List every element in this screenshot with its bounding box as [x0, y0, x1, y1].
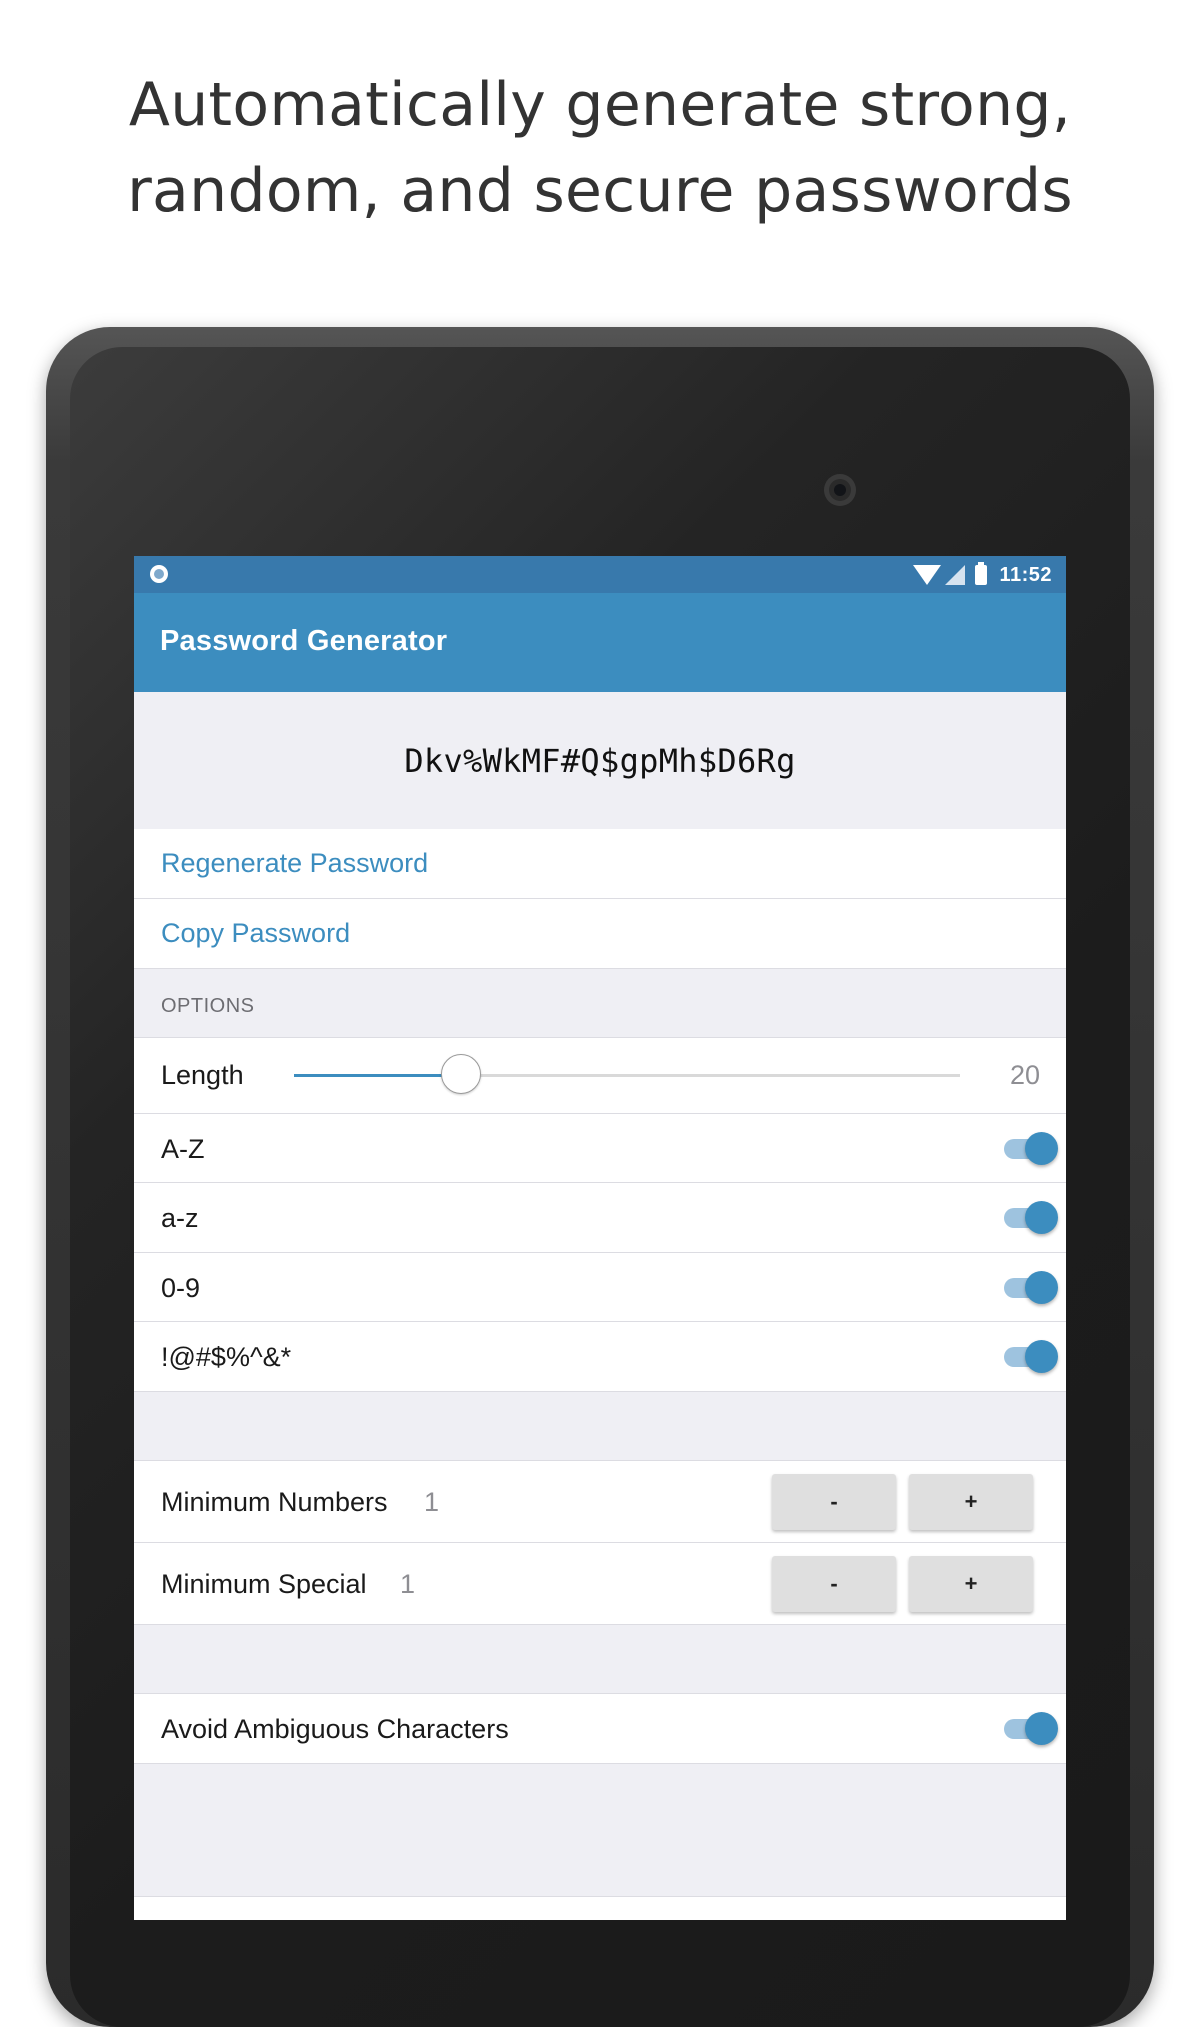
- minimum-special-label: Minimum Special: [161, 1569, 367, 1599]
- camera-icon: [824, 474, 856, 506]
- copy-password-label: Copy Password: [161, 918, 351, 948]
- length-label: Length: [161, 1060, 244, 1090]
- status-time: 11:52: [999, 563, 1052, 586]
- avoid-ambiguous-label: Avoid Ambiguous Characters: [161, 1714, 509, 1744]
- special-toggle[interactable]: [1004, 1339, 1058, 1373]
- generated-password-panel: Dkv%WkMF#Q$gpMh$D6Rg: [134, 692, 1066, 830]
- numbers-row: 0-9: [134, 1253, 1066, 1322]
- length-slider-fill: [294, 1074, 461, 1077]
- toggle-thumb: [1025, 1712, 1058, 1745]
- headline-line-2: random, and secure passwords: [127, 156, 1073, 226]
- toggle-thumb: [1025, 1132, 1058, 1165]
- uppercase-label: A-Z: [161, 1134, 205, 1164]
- generated-password: Dkv%WkMF#Q$gpMh$D6Rg: [404, 741, 796, 780]
- regenerate-password-button[interactable]: Regenerate Password: [134, 829, 1066, 899]
- uppercase-toggle[interactable]: [1004, 1131, 1058, 1165]
- special-row: !@#$%^&*: [134, 1322, 1066, 1392]
- wifi-icon: [913, 565, 942, 585]
- next-row-partial: [134, 1896, 1066, 1920]
- numbers-label: 0-9: [161, 1273, 201, 1303]
- minimum-numbers-increment-button[interactable]: +: [909, 1474, 1033, 1530]
- options-section-header: OPTIONS: [134, 969, 1066, 1038]
- lowercase-row: a-z: [134, 1183, 1066, 1253]
- minimum-special-value: 1: [400, 1569, 416, 1599]
- notification-icon: [150, 565, 168, 583]
- avoid-ambiguous-toggle[interactable]: [1004, 1711, 1058, 1745]
- minimum-numbers-value: 1: [424, 1487, 440, 1517]
- uppercase-row: A-Z: [134, 1114, 1066, 1183]
- options-header-label: OPTIONS: [161, 995, 255, 1017]
- app-screen: 11:52 Password Generator Dkv%WkMF#Q$gpMh…: [134, 556, 1066, 1920]
- toggle-thumb: [1025, 1340, 1058, 1373]
- toggle-thumb: [1025, 1201, 1058, 1234]
- app-title: Password Generator: [160, 625, 448, 657]
- battery-icon: [975, 562, 988, 585]
- headline: Automatically generate strong, random, a…: [0, 62, 1200, 234]
- minimum-numbers-row: Minimum Numbers 1 - +: [134, 1461, 1066, 1543]
- minimum-numbers-decrement-button[interactable]: -: [772, 1474, 896, 1530]
- minimum-numbers-label: Minimum Numbers: [161, 1487, 388, 1517]
- toggle-thumb: [1025, 1271, 1058, 1304]
- section-spacer: [134, 1392, 1066, 1461]
- length-row: Length 20: [134, 1038, 1066, 1114]
- status-bar: 11:52: [134, 556, 1066, 593]
- minimum-special-decrement-button[interactable]: -: [772, 1556, 896, 1612]
- status-icons: 11:52: [913, 562, 1052, 588]
- numbers-toggle[interactable]: [1004, 1270, 1058, 1304]
- minimum-special-increment-button[interactable]: +: [909, 1556, 1033, 1612]
- app-bar: Password Generator: [134, 593, 1066, 692]
- section-spacer: [134, 1625, 1066, 1694]
- regenerate-password-label: Regenerate Password: [161, 848, 429, 878]
- copy-password-button[interactable]: Copy Password: [134, 899, 1066, 969]
- bottom-spacer: [134, 1764, 1066, 1904]
- length-slider[interactable]: [294, 1054, 960, 1094]
- minimum-special-row: Minimum Special 1 - +: [134, 1543, 1066, 1625]
- lowercase-toggle[interactable]: [1004, 1200, 1058, 1234]
- length-slider-thumb[interactable]: [440, 1054, 481, 1094]
- signal-icon: [945, 565, 966, 585]
- lowercase-label: a-z: [161, 1203, 199, 1233]
- avoid-ambiguous-row: Avoid Ambiguous Characters: [134, 1694, 1066, 1764]
- headline-line-1: Automatically generate strong,: [128, 70, 1072, 140]
- special-label: !@#$%^&*: [161, 1342, 292, 1372]
- length-value: 20: [1009, 1060, 1040, 1090]
